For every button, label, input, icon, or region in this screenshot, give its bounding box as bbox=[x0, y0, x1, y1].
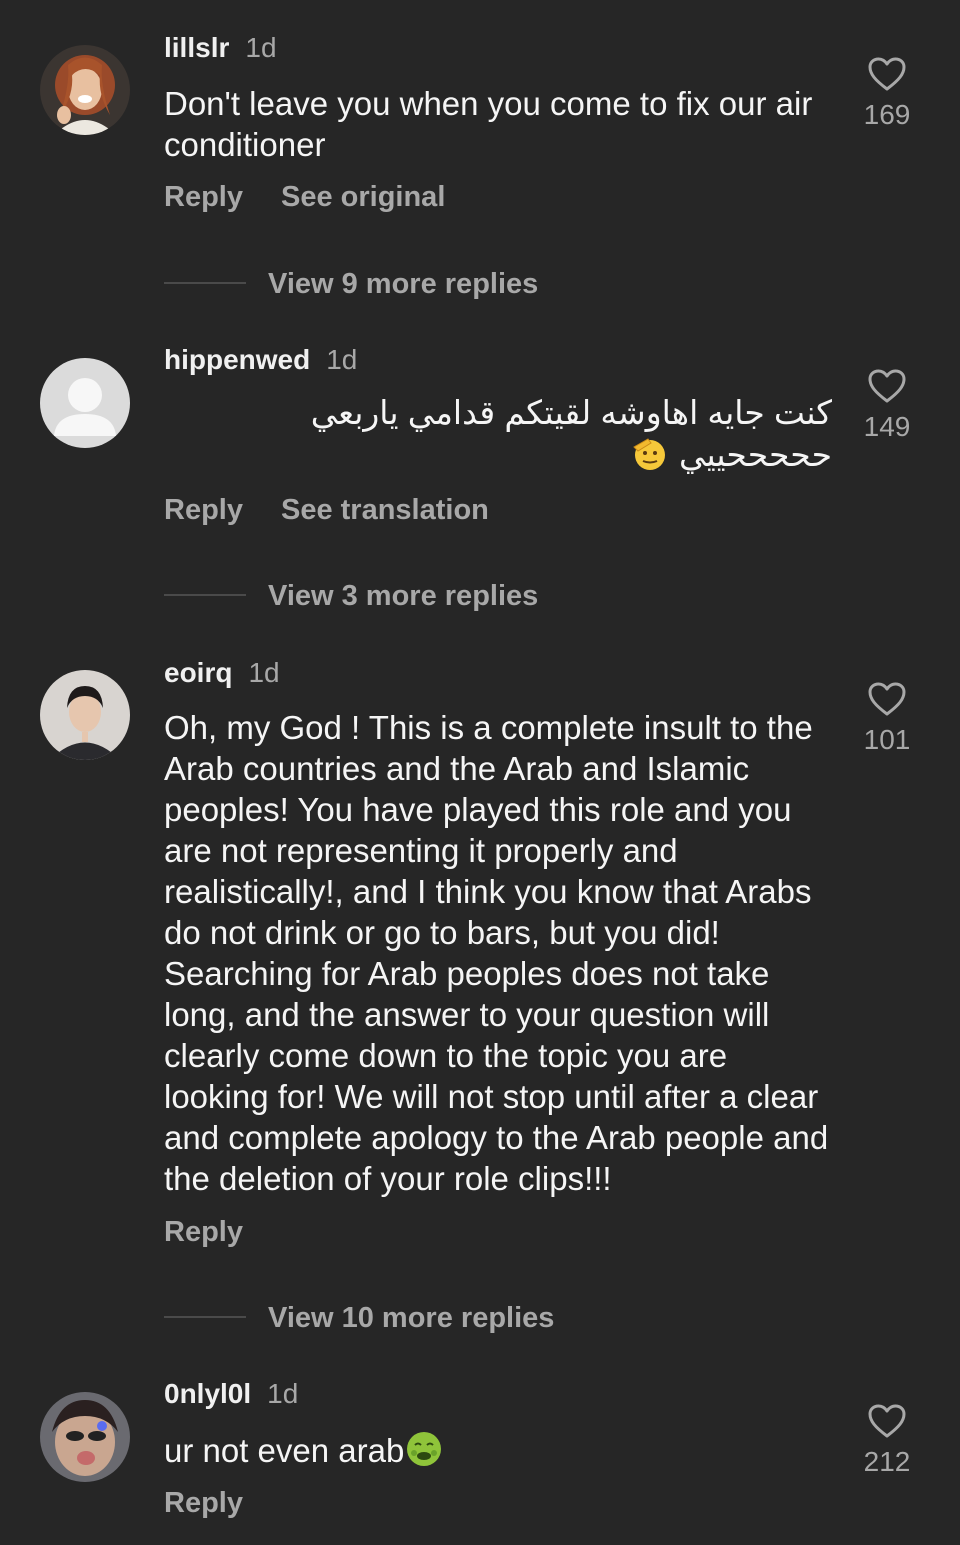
heart-outline-icon bbox=[868, 1404, 906, 1438]
timestamp: 1d bbox=[267, 1378, 299, 1409]
like-button[interactable]: 149 bbox=[852, 368, 922, 444]
comment-actions: Reply bbox=[164, 1483, 243, 1523]
like-count: 169 bbox=[863, 99, 911, 130]
view-more-label: View 3 more replies bbox=[268, 580, 539, 612]
username[interactable]: eoirq bbox=[164, 657, 232, 688]
like-button[interactable]: 212 bbox=[852, 1403, 922, 1479]
comment-text-container: ur not even arab bbox=[164, 1429, 844, 1478]
avatar[interactable] bbox=[40, 358, 130, 448]
avatar[interactable] bbox=[40, 1392, 130, 1482]
divider-line bbox=[164, 594, 246, 597]
view-more-replies-button[interactable]: View 9 more replies bbox=[164, 264, 538, 304]
avatar[interactable] bbox=[40, 45, 130, 135]
avatar[interactable] bbox=[40, 670, 130, 760]
comment-text-container: كنت جايه اهاوشه لقيتكم قدامي ياربعي حححح… bbox=[164, 392, 832, 482]
view-more-label: View 10 more replies bbox=[268, 1302, 555, 1334]
comment-text: Don't leave you when you come to fix our… bbox=[164, 85, 813, 163]
comment-text: ur not even arab bbox=[164, 1432, 405, 1470]
like-count: 212 bbox=[863, 1446, 911, 1477]
comment-header: hippenwed 1d bbox=[164, 342, 357, 378]
timestamp: 1d bbox=[248, 657, 280, 688]
heart-outline-icon bbox=[868, 57, 906, 91]
divider-line bbox=[164, 1316, 246, 1319]
comment-text: كنت جايه اهاوشه لقيتكم قدامي ياربعي حححح… bbox=[310, 394, 832, 474]
comment-header: eoirq 1d bbox=[164, 655, 280, 691]
comment-actions: Reply bbox=[164, 1212, 243, 1252]
reply-button[interactable]: Reply bbox=[164, 1216, 243, 1248]
timestamp: 1d bbox=[326, 344, 358, 375]
heart-outline-icon bbox=[868, 369, 906, 403]
username[interactable]: hippenwed bbox=[164, 344, 310, 375]
comment-actions: Reply See original bbox=[164, 177, 445, 217]
comment-text: Oh, my God ! This is a complete insult t… bbox=[164, 709, 829, 1197]
like-button[interactable]: 101 bbox=[852, 681, 922, 757]
view-more-label: View 9 more replies bbox=[268, 268, 539, 300]
timestamp: 1d bbox=[245, 32, 277, 63]
reply-button[interactable]: Reply bbox=[164, 181, 243, 213]
username[interactable]: 0nlyl0l bbox=[164, 1378, 251, 1409]
view-more-replies-button[interactable]: View 10 more replies bbox=[164, 1298, 554, 1338]
like-button[interactable]: 169 bbox=[852, 56, 922, 132]
reply-button[interactable]: Reply bbox=[164, 494, 243, 526]
view-more-replies-button[interactable]: View 3 more replies bbox=[164, 576, 538, 616]
default-avatar-icon bbox=[40, 358, 130, 448]
comment-actions: Reply See translation bbox=[164, 490, 489, 530]
like-count: 101 bbox=[863, 724, 911, 755]
divider-line bbox=[164, 282, 246, 285]
heart-outline-icon bbox=[868, 682, 906, 716]
comment-header: 0nlyl0l 1d bbox=[164, 1376, 298, 1412]
reply-button[interactable]: Reply bbox=[164, 1487, 243, 1519]
see-translation-button[interactable]: See translation bbox=[281, 494, 489, 526]
saluting-face-emoji bbox=[630, 433, 670, 482]
nauseated-face-emoji bbox=[404, 1429, 444, 1478]
like-count: 149 bbox=[863, 411, 911, 442]
comment-header: lillslr 1d bbox=[164, 30, 277, 66]
username[interactable]: lillslr bbox=[164, 32, 229, 63]
see-original-button[interactable]: See original bbox=[281, 181, 445, 213]
